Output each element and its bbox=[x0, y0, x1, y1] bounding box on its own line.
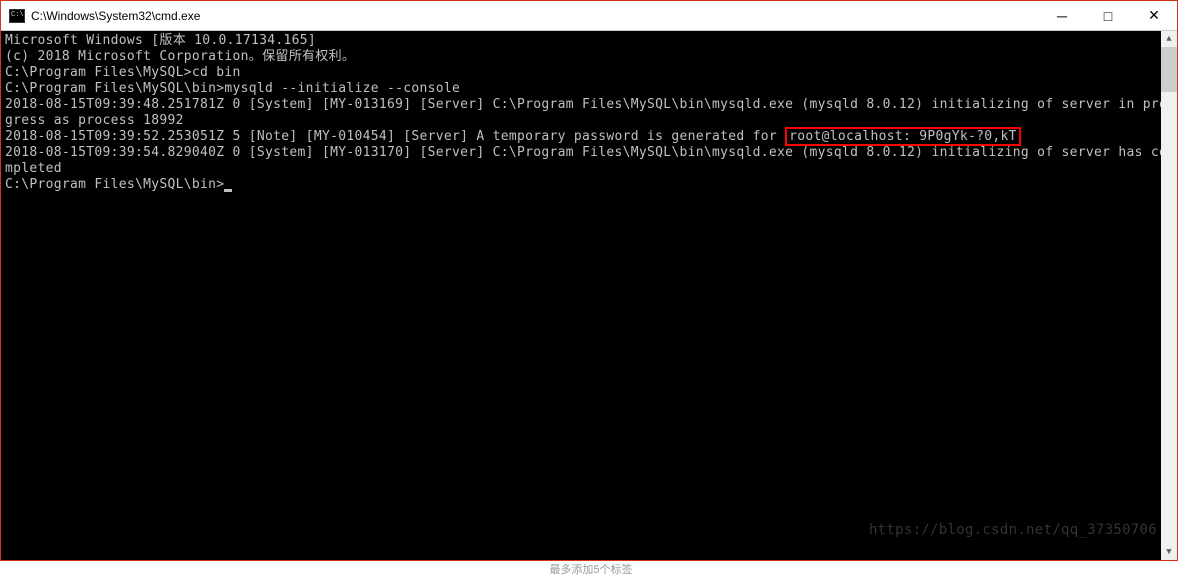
terminal-line: C:\Program Files\MySQL>cd bin bbox=[5, 65, 1173, 81]
terminal-output[interactable]: Microsoft Windows [版本 10.0.17134.165](c)… bbox=[1, 31, 1177, 560]
scrollbar-up-button[interactable]: ▲ bbox=[1161, 31, 1177, 47]
scrollbar-down-button[interactable]: ▼ bbox=[1161, 544, 1177, 560]
terminal-line: 2018-08-15T09:39:54.829040Z 0 [System] [… bbox=[5, 145, 1173, 177]
password-highlight: root@localhost: 9P0gYk-?0,kT bbox=[785, 127, 1021, 146]
minimize-button[interactable]: ─ bbox=[1039, 1, 1085, 30]
window-controls: ─ □ ✕ bbox=[1039, 1, 1177, 30]
terminal-line: 2018-08-15T09:39:48.251781Z 0 [System] [… bbox=[5, 97, 1173, 129]
terminal-line: Microsoft Windows [版本 10.0.17134.165] bbox=[5, 33, 1173, 49]
titlebar[interactable]: C:\Windows\System32\cmd.exe ─ □ ✕ bbox=[1, 1, 1177, 31]
maximize-button[interactable]: □ bbox=[1085, 1, 1131, 30]
cmd-icon bbox=[9, 9, 25, 23]
scrollbar[interactable]: ▲ ▼ bbox=[1161, 31, 1177, 560]
cursor bbox=[224, 189, 232, 192]
watermark: https://blog.csdn.net/qq_37350706 bbox=[869, 522, 1157, 538]
close-button[interactable]: ✕ bbox=[1131, 1, 1177, 30]
bottom-hint-text: 最多添加5个标签 bbox=[549, 561, 632, 577]
terminal-line: (c) 2018 Microsoft Corporation。保留所有权利。 bbox=[5, 49, 1173, 65]
terminal-line: C:\Program Files\MySQL\bin>mysqld --init… bbox=[5, 81, 1173, 97]
window-title: C:\Windows\System32\cmd.exe bbox=[31, 9, 1039, 23]
scrollbar-thumb[interactable] bbox=[1161, 47, 1177, 92]
terminal-line: 2018-08-15T09:39:52.253051Z 5 [Note] [MY… bbox=[5, 129, 1173, 145]
cmd-window: C:\Windows\System32\cmd.exe ─ □ ✕ Micros… bbox=[0, 0, 1178, 561]
prompt-text: C:\Program Files\MySQL\bin> bbox=[5, 177, 224, 192]
terminal-text: 2018-08-15T09:39:52.253051Z 5 [Note] [MY… bbox=[5, 129, 785, 144]
terminal-prompt: C:\Program Files\MySQL\bin> bbox=[5, 177, 232, 192]
